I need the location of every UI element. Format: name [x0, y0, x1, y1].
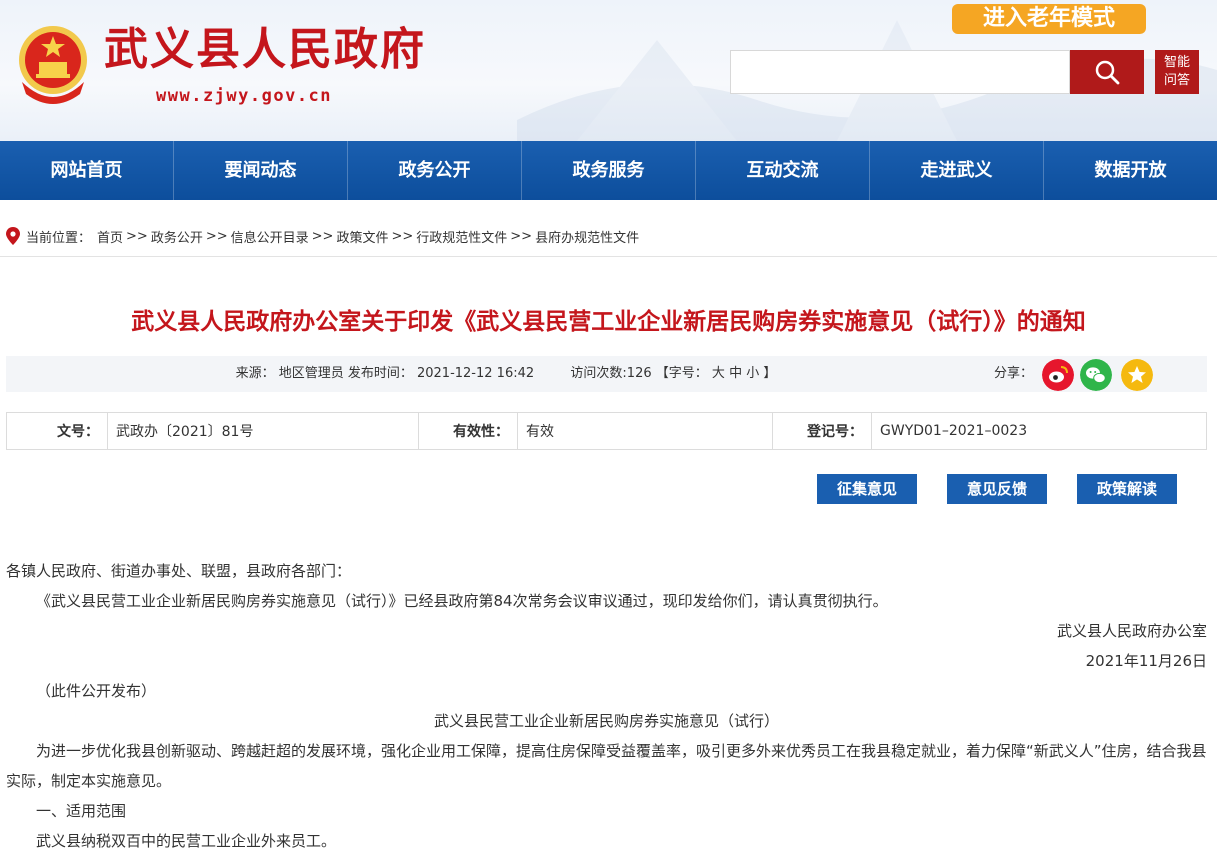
breadcrumb-separator: >> — [205, 228, 228, 244]
font-size-end: 】 — [763, 366, 777, 381]
signature: 武义县人民政府办公室 — [1056, 622, 1207, 640]
article-meta-bar: 来源： 地区管理员 发布时间： 2021-12-12 16:42 访问次数:12… — [6, 356, 1207, 392]
validity-label: 有效性： — [418, 412, 518, 450]
breadcrumb-item-gov-affairs[interactable]: 政务公开 — [151, 227, 203, 246]
wechat-icon[interactable] — [1080, 359, 1112, 391]
breadcrumb-item-home[interactable]: 首页 — [97, 227, 123, 246]
breadcrumb-item-info-catalog[interactable]: 信息公开目录 — [231, 227, 309, 246]
interpretation-button[interactable]: 政策解读 — [1077, 474, 1177, 504]
reg-no-value: GWYD01–2021–0023 — [871, 412, 1207, 450]
site-url: www.zjwy.gov.cn — [156, 86, 333, 106]
location-pin-icon — [6, 227, 20, 245]
weibo-icon[interactable] — [1042, 359, 1074, 391]
search-button[interactable] — [1070, 50, 1144, 94]
reg-no-label: 登记号： — [772, 412, 872, 450]
nav-item-news[interactable]: 要闻动态 — [174, 141, 348, 200]
paragraph: 为进一步优化我县创新驱动、跨越赶超的发展环境，强化企业用工保障，提高住房保障受益… — [6, 742, 1207, 790]
breadcrumb-separator: >> — [391, 228, 414, 244]
star-icon[interactable] — [1121, 359, 1153, 391]
font-size-large[interactable]: 大 — [712, 366, 725, 381]
nav-item-home[interactable]: 网站首页 — [0, 141, 174, 200]
nav-item-about[interactable]: 走进武义 — [870, 141, 1044, 200]
site-title[interactable]: 武义县人民政府 — [104, 28, 426, 72]
main-nav: 网站首页 要闻动态 政务公开 政务服务 互动交流 走进武义 数据开放 — [0, 141, 1217, 200]
smart-qa-line1: 智能 — [1163, 55, 1190, 70]
article-body: 各镇人民政府、街道办事处、联盟，县政府各部门： 《武义县民营工业企业新居民购房券… — [6, 556, 1207, 856]
breadcrumb-separator: >> — [126, 228, 148, 244]
breadcrumb: 当前位置： 首页 >> 政务公开 >> 信息公开目录 >> 政策文件 >> 行政… — [6, 226, 639, 246]
share-label: 分享： — [994, 366, 1034, 381]
divider — [0, 256, 1217, 257]
breadcrumb-item-county-docs[interactable]: 县府办规范性文件 — [535, 227, 639, 246]
validity-value: 有效 — [517, 412, 773, 450]
font-size-small[interactable]: 小 — [746, 366, 759, 381]
paragraph: 武义县纳税双百中的民营工业企业外来员工。 — [36, 832, 337, 850]
search-icon — [1095, 60, 1120, 85]
paragraph: 《武义县民营工业企业新居民购房券实施意见（试行）》已经县政府第84次常务会议审议… — [36, 592, 888, 610]
page-title: 武义县人民政府办公室关于印发《武义县民营工业企业新居民购房券实施意见（试行）》的… — [131, 309, 1086, 335]
document-info-table: 文号： 武政办〔2021〕81号 有效性： 有效 登记号： GWYD01–202… — [6, 412, 1207, 450]
breadcrumb-item-admin-docs[interactable]: 行政规范性文件 — [416, 227, 507, 246]
nav-item-gov-affairs[interactable]: 政务公开 — [348, 141, 522, 200]
font-size-medium[interactable]: 中 — [729, 366, 742, 381]
nav-item-interaction[interactable]: 互动交流 — [696, 141, 870, 200]
nav-item-gov-services[interactable]: 政务服务 — [522, 141, 696, 200]
section-heading: 一、适用范围 — [36, 802, 127, 820]
public-note: （此件公开发布） — [36, 682, 157, 700]
source-text: 来源： 地区管理员 — [235, 366, 344, 381]
doc-no-label: 文号： — [6, 412, 108, 450]
breadcrumb-separator: >> — [311, 228, 334, 244]
breadcrumb-separator: >> — [510, 228, 533, 244]
table-row: 文号： 武政办〔2021〕81号 有效性： 有效 登记号： GWYD01–202… — [6, 412, 1207, 450]
collect-opinion-button[interactable]: 征集意见 — [817, 474, 917, 504]
date: 2021年11月26日 — [1085, 652, 1207, 670]
breadcrumb-item-policy-docs[interactable]: 政策文件 — [336, 227, 388, 246]
site-header: 武义县人民政府 www.zjwy.gov.cn 进入老年模式 智能 问答 — [0, 0, 1217, 141]
salutation: 各镇人民政府、街道办事处、联盟，县政府各部门： — [6, 562, 352, 580]
article-meta-info: 来源： 地区管理员 发布时间： 2021-12-12 16:42 访问次数:12… — [6, 356, 1006, 392]
breadcrumb-label: 当前位置： — [26, 230, 92, 246]
font-size-label: 【字号： — [655, 366, 708, 381]
search-input[interactable] — [730, 50, 1070, 94]
national-emblem-icon[interactable] — [14, 22, 92, 104]
publish-time-text: 发布时间： 2021-12-12 16:42 — [347, 366, 535, 381]
article-subtitle: 武义县民营工业企业新居民购房券实施意见（试行） — [433, 712, 779, 730]
smart-qa-line2: 问答 — [1163, 73, 1190, 88]
smart-qa-button[interactable]: 智能 问答 — [1155, 50, 1199, 94]
feedback-button[interactable]: 意见反馈 — [947, 474, 1047, 504]
nav-item-open-data[interactable]: 数据开放 — [1044, 141, 1217, 200]
visits-text: 访问次数:126 — [570, 366, 652, 381]
doc-no-value: 武政办〔2021〕81号 — [107, 412, 419, 450]
elder-mode-button[interactable]: 进入老年模式 — [952, 4, 1146, 34]
